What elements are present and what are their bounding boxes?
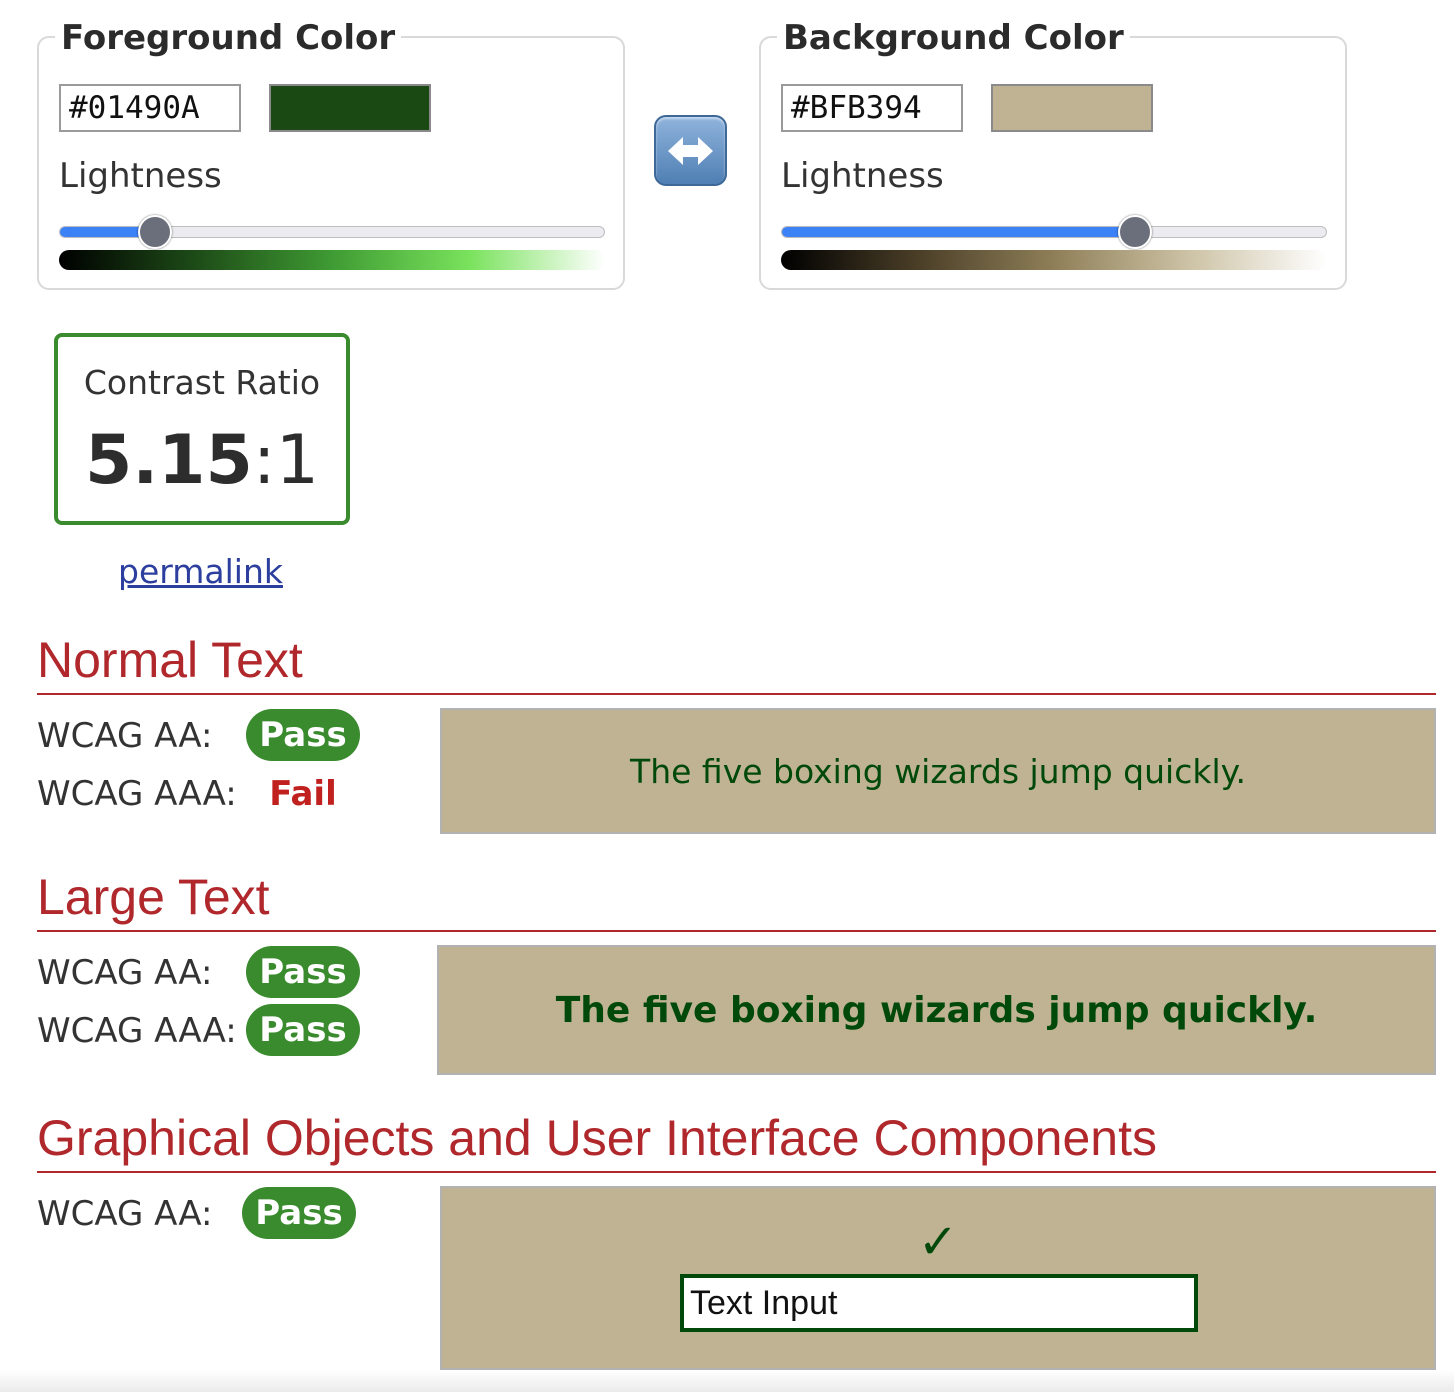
contrast-ratio-suffix: :1 — [252, 421, 319, 500]
normal-aa-label: WCAG AA: — [37, 716, 213, 756]
normal-aa-badge: Pass — [246, 709, 360, 761]
background-slider-thumb[interactable] — [1117, 215, 1152, 249]
bottom-fade — [0, 1370, 1454, 1392]
contrast-ratio-number: 5.15 — [85, 421, 253, 500]
background-color-legend: Background Color — [777, 16, 1130, 60]
normal-text-sample: The five boxing wizards jump quickly. — [440, 708, 1436, 834]
normal-text-heading: Normal Text — [37, 632, 303, 688]
graphical-objects-divider — [37, 1171, 1436, 1173]
graphical-aa-label: WCAG AA: — [37, 1194, 213, 1234]
foreground-color-legend: Foreground Color — [55, 16, 402, 60]
large-text-heading: Large Text — [37, 869, 270, 925]
foreground-lightness-label: Lightness — [59, 156, 222, 196]
checkmark-icon: ✓ — [917, 1214, 959, 1270]
normal-aaa-badge: Fail — [269, 774, 337, 814]
normal-text-sample-text: The five boxing wizards jump quickly. — [630, 751, 1246, 791]
large-text-sample-text: The five boxing wizards jump quickly. — [555, 989, 1318, 1031]
foreground-slider-thumb[interactable] — [138, 215, 173, 249]
swap-colors-button[interactable] — [654, 115, 727, 186]
background-color-panel: Background Color Lightness — [759, 16, 1347, 290]
contrast-ratio-label: Contrast Ratio — [83, 363, 321, 402]
sample-text-input[interactable] — [680, 1274, 1198, 1332]
contrast-ratio-box: Contrast Ratio 5.15:1 — [54, 333, 350, 525]
large-text-divider — [37, 930, 1436, 932]
contrast-ratio-value: 5.15:1 — [58, 421, 346, 501]
foreground-lightness-gradient — [59, 250, 605, 270]
graphical-objects-heading: Graphical Objects and User Interface Com… — [37, 1110, 1157, 1166]
background-color-swatch[interactable] — [991, 84, 1153, 132]
permalink-link[interactable]: permalink — [118, 552, 283, 592]
background-hex-input[interactable] — [781, 84, 963, 132]
foreground-color-swatch[interactable] — [269, 84, 431, 132]
large-text-sample: The five boxing wizards jump quickly. — [437, 945, 1436, 1075]
graphical-sample: ✓ — [440, 1186, 1436, 1370]
large-aaa-badge: Pass — [246, 1004, 360, 1056]
background-lightness-slider[interactable] — [781, 215, 1327, 249]
background-slider-fill — [782, 227, 1135, 237]
left-right-arrow-icon — [668, 137, 713, 165]
background-lightness-label: Lightness — [781, 156, 944, 196]
normal-aaa-label: WCAG AAA: — [37, 774, 237, 814]
large-aa-badge: Pass — [246, 946, 360, 998]
normal-text-divider — [37, 693, 1436, 695]
foreground-color-panel: Foreground Color Lightness — [37, 16, 625, 290]
large-aa-label: WCAG AA: — [37, 953, 213, 993]
foreground-lightness-slider[interactable] — [59, 215, 605, 249]
background-lightness-gradient — [781, 250, 1327, 270]
graphical-aa-badge: Pass — [242, 1187, 356, 1239]
large-aaa-label: WCAG AAA: — [37, 1011, 237, 1051]
foreground-hex-input[interactable] — [59, 84, 241, 132]
